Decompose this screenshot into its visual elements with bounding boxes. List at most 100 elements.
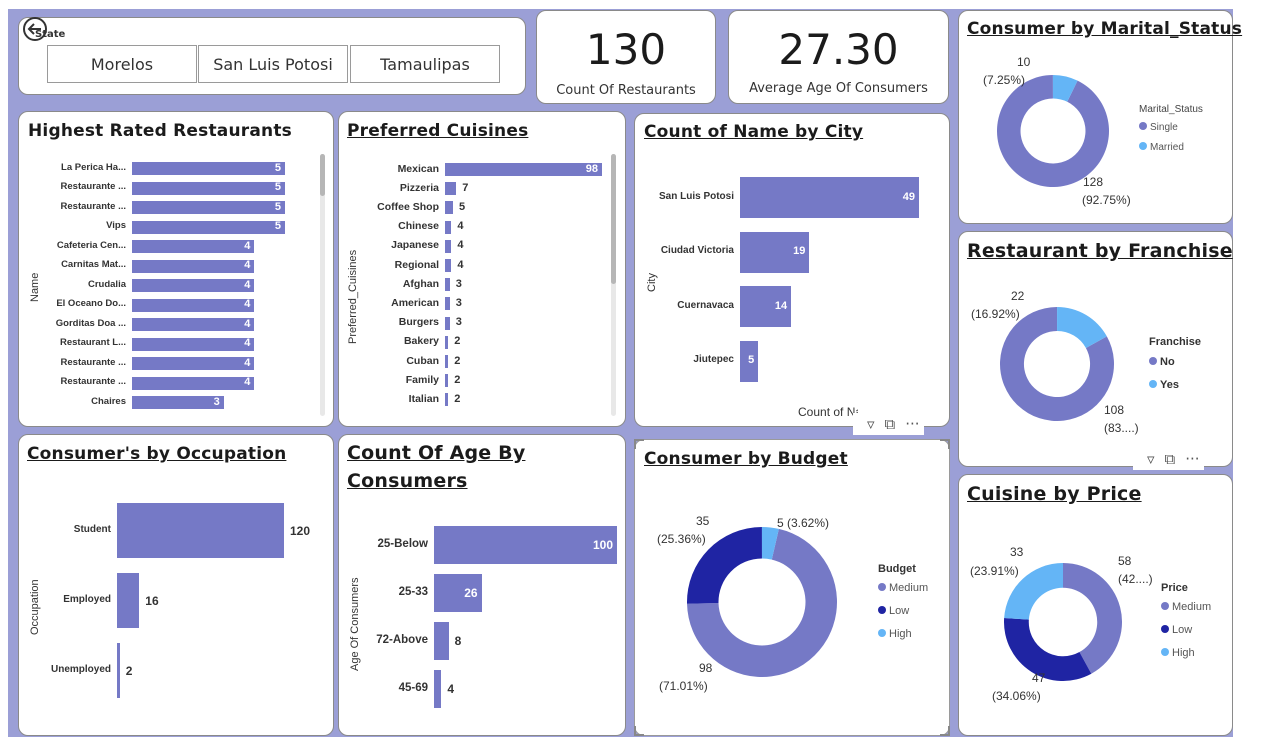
bar[interactable]	[445, 335, 449, 349]
category-label: Family	[405, 373, 439, 386]
legend-item[interactable]: Medium	[1161, 601, 1211, 613]
bar[interactable]	[445, 355, 449, 368]
card-title: Preferred Cuisines	[347, 121, 529, 141]
data-label: 35	[696, 514, 710, 528]
filter-icon[interactable]: ▿	[1147, 450, 1155, 468]
selection-corner[interactable]	[634, 726, 644, 736]
donut-chart	[1000, 307, 1114, 421]
data-label: 4	[244, 259, 251, 271]
data-label: 26	[464, 586, 478, 600]
data-label: 5	[274, 220, 281, 232]
slicer-item-morelos[interactable]: Morelos	[47, 45, 197, 83]
category-label: Crudalia	[87, 278, 126, 290]
category-label: Ciudad Victoria	[660, 245, 734, 256]
legend-item[interactable]: Low	[1161, 624, 1192, 636]
category-label: Regional	[394, 258, 439, 271]
bar[interactable]	[117, 573, 140, 628]
data-label: 5	[274, 200, 281, 213]
card-title: Count Of Age By	[347, 442, 526, 464]
bar[interactable]	[445, 316, 450, 330]
kpi-value: 27.30	[778, 25, 899, 74]
category-label: Restaurante ...	[60, 200, 126, 212]
bar[interactable]	[445, 278, 450, 292]
visual-header: ▿ ⧉ ···	[1133, 448, 1204, 470]
data-label: 2	[125, 663, 133, 678]
data-label: 5	[459, 200, 466, 213]
data-label: (42....)	[1118, 572, 1153, 586]
legend-item[interactable]: Medium	[878, 582, 928, 594]
bar[interactable]	[445, 374, 449, 388]
category-label: Carnitas Mat...	[61, 259, 126, 270]
donut-slice[interactable]	[1004, 617, 1092, 681]
bar[interactable]	[117, 643, 120, 698]
more-options-icon[interactable]: ···	[905, 415, 919, 433]
selection-corner[interactable]	[940, 726, 950, 736]
category-label: Restaurante ...	[60, 356, 126, 368]
bar[interactable]	[117, 503, 284, 558]
legend-item[interactable]: Married	[1139, 142, 1184, 153]
category-label: Burgers	[398, 316, 439, 329]
kpi-label: Count Of Restaurants	[556, 83, 696, 98]
data-label: 98	[699, 661, 713, 675]
legend-item[interactable]: High	[878, 628, 912, 640]
legend-item[interactable]: Yes	[1149, 379, 1179, 391]
data-label: 7	[462, 181, 469, 194]
bar[interactable]	[445, 220, 452, 234]
data-label: 58	[1118, 554, 1132, 568]
data-label: (34.06%)	[992, 689, 1041, 703]
bar[interactable]	[445, 259, 452, 272]
data-label: (16.92%)	[971, 307, 1020, 321]
category-label: San Luis Potosi	[658, 190, 734, 202]
axis-label: City	[646, 273, 658, 292]
data-label: 5	[748, 354, 755, 366]
category-label: Restaurante ...	[60, 181, 126, 192]
state-slicer: State Morelos San Luis Potosi Tamaulipas	[18, 17, 526, 95]
more-options-icon[interactable]: ···	[1185, 450, 1199, 468]
budget-card: Consumer by Budget 35 (25.36%) 5 (3.62%)…	[634, 439, 950, 736]
bar[interactable]	[445, 297, 450, 311]
category-label: Chinese	[398, 220, 439, 233]
bar[interactable]	[445, 393, 449, 407]
bar[interactable]	[434, 670, 442, 708]
legend-item[interactable]: High	[1161, 647, 1195, 659]
bar[interactable]	[445, 182, 457, 196]
legend-item[interactable]: Low	[878, 605, 909, 617]
data-label: 3	[455, 296, 462, 309]
legend-item[interactable]: Single	[1139, 122, 1178, 133]
category-label: 45-69	[398, 682, 428, 694]
category-label: Vips	[106, 220, 126, 231]
selection-corner[interactable]	[634, 439, 644, 449]
category-label: El Oceano Do...	[56, 298, 126, 309]
filter-icon[interactable]: ▿	[867, 415, 875, 433]
bar[interactable]	[445, 201, 453, 215]
selection-corner[interactable]	[940, 439, 950, 449]
card-title: Highest Rated Restaurants	[28, 121, 292, 141]
data-label: 128	[1083, 175, 1104, 189]
visual-header: ▿ ⧉ ···	[853, 413, 924, 435]
data-label: 100	[592, 538, 613, 552]
kpi-count-restaurants: 130 Count Of Restaurants	[536, 10, 716, 104]
legend-title: Budget	[878, 563, 916, 575]
legend-item[interactable]: No	[1149, 356, 1175, 368]
data-label: 4	[457, 239, 464, 252]
bar[interactable]	[445, 239, 452, 253]
data-label: 4	[244, 356, 251, 369]
bar[interactable]	[434, 622, 449, 660]
data-label: 5 (3.62%)	[777, 516, 830, 530]
card-title-line2: Consumers	[347, 470, 468, 492]
data-label: 16	[145, 593, 159, 608]
scrollbar[interactable]	[320, 154, 325, 416]
slicer-item-tamaulipas[interactable]: Tamaulipas	[350, 45, 500, 83]
card-title: Cuisine by Price	[967, 483, 1142, 505]
focus-mode-icon[interactable]: ⧉	[1165, 450, 1176, 468]
price-card: Cuisine by Price 33 (23.91%) 58 (42....)…	[958, 474, 1233, 736]
category-label: American	[391, 296, 439, 309]
scrollbar[interactable]	[611, 154, 616, 416]
data-label: 5	[274, 161, 281, 174]
focus-mode-icon[interactable]: ⧉	[885, 415, 896, 433]
data-label: 4	[457, 220, 464, 233]
preferred-cuisines-card: Preferred Cuisines Preferred_Cuisines Me…	[338, 111, 626, 427]
slicer-item-san-luis-potosi[interactable]: San Luis Potosi	[198, 45, 348, 83]
axis-label: Name	[29, 272, 41, 302]
card-title: Count of Name by City	[644, 122, 864, 142]
